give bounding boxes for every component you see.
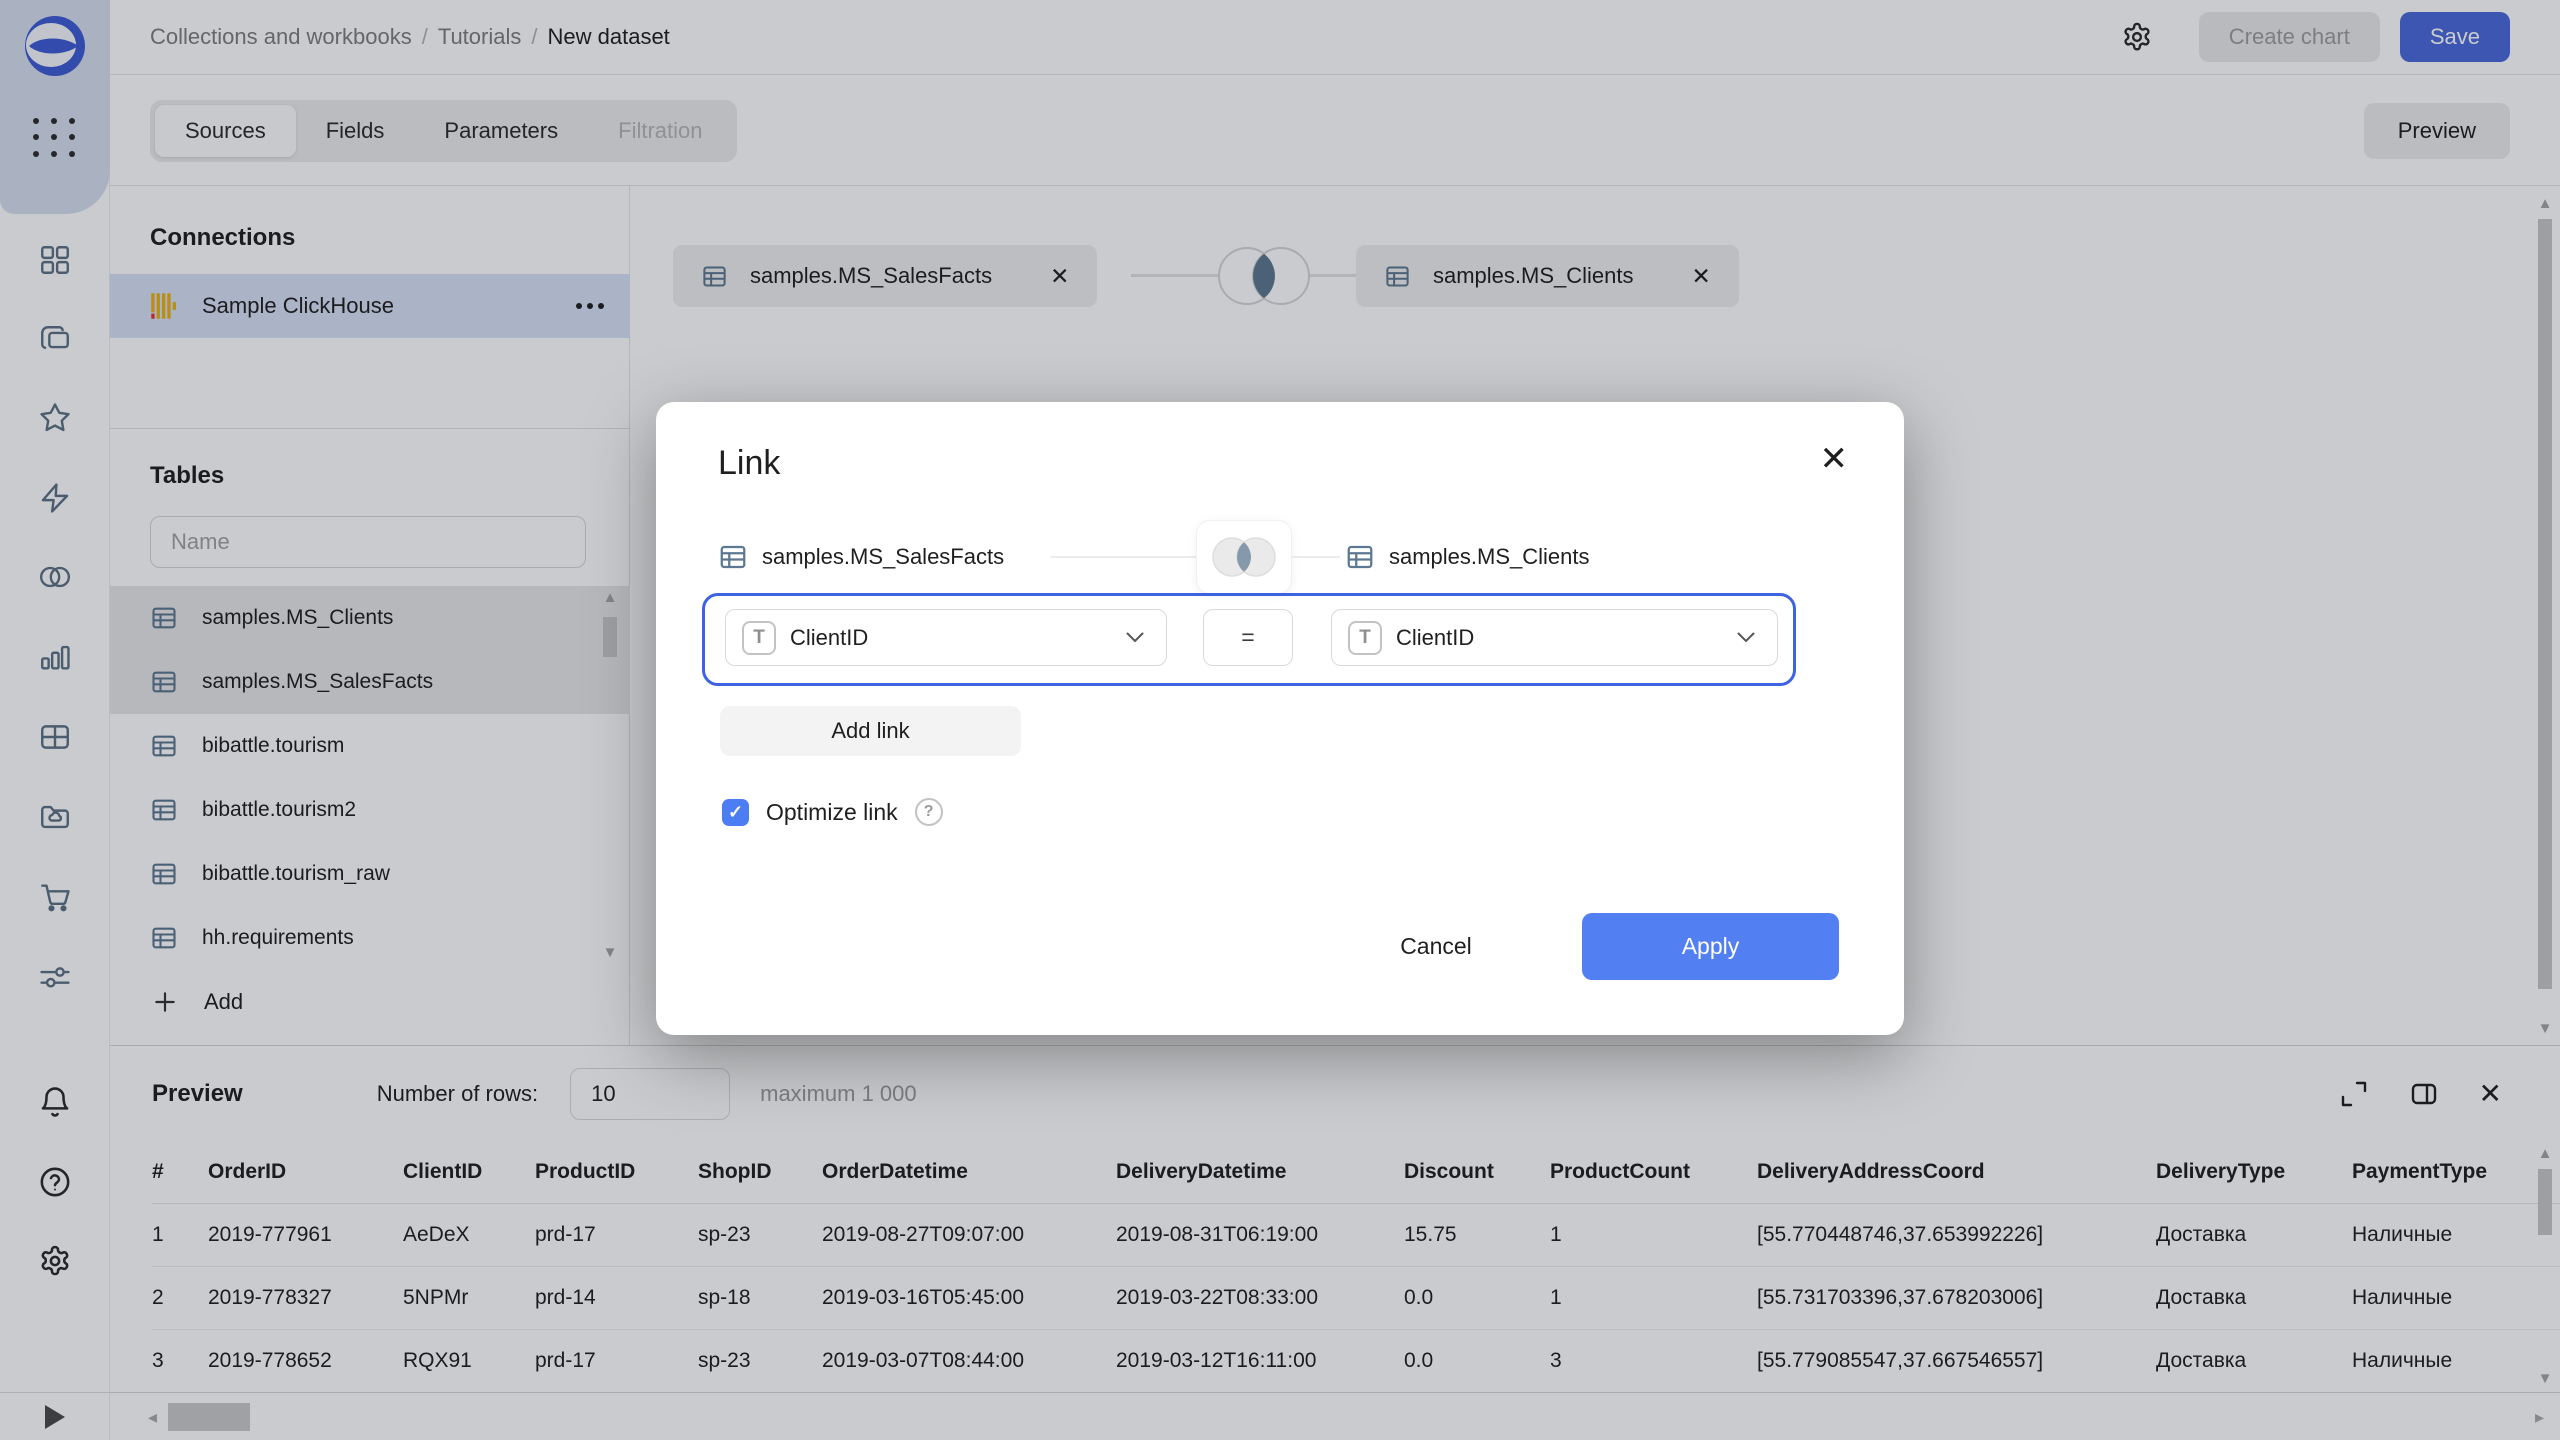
table-icon (1345, 542, 1375, 572)
add-link-button[interactable]: Add link (720, 706, 1021, 756)
field-type-string-icon: T (1348, 621, 1382, 655)
chevron-down-icon (1737, 632, 1755, 643)
link-condition-box: T ClientID = T ClientID (702, 593, 1796, 686)
join-line (1051, 556, 1196, 558)
join-line (1292, 556, 1340, 558)
left-field-select[interactable]: T ClientID (725, 609, 1167, 666)
left-field-value: ClientID (790, 625, 1126, 651)
optimize-checkbox[interactable]: ✓ (722, 799, 749, 826)
field-type-string-icon: T (742, 621, 776, 655)
optimize-label: Optimize link (766, 799, 898, 826)
app-window: Collections and workbooks/Tutorials/New … (0, 0, 2560, 1440)
modal-left-table: samples.MS_SalesFacts (762, 526, 1004, 588)
cancel-button[interactable]: Cancel (1365, 913, 1507, 980)
operator-button[interactable]: = (1203, 609, 1293, 666)
modal-close-icon[interactable]: ✕ (1820, 442, 1849, 476)
modal-right-table: samples.MS_Clients (1389, 526, 1590, 588)
link-modal: Link ✕ samples.MS_SalesFacts samples.MS_… (656, 402, 1904, 1035)
modal-title: Link (718, 444, 780, 483)
modal-join-type-button[interactable] (1196, 520, 1292, 594)
right-field-select[interactable]: T ClientID (1331, 609, 1778, 666)
join-venn-icon (1204, 531, 1284, 583)
table-icon (718, 542, 748, 572)
help-circle-icon[interactable]: ? (915, 798, 943, 826)
chevron-down-icon (1126, 632, 1144, 643)
modal-join-row: samples.MS_SalesFacts samples.MS_Clients (656, 526, 1904, 588)
optimize-link-row: ✓ Optimize link ? (722, 798, 943, 826)
right-field-value: ClientID (1396, 625, 1737, 651)
apply-button[interactable]: Apply (1582, 913, 1839, 980)
